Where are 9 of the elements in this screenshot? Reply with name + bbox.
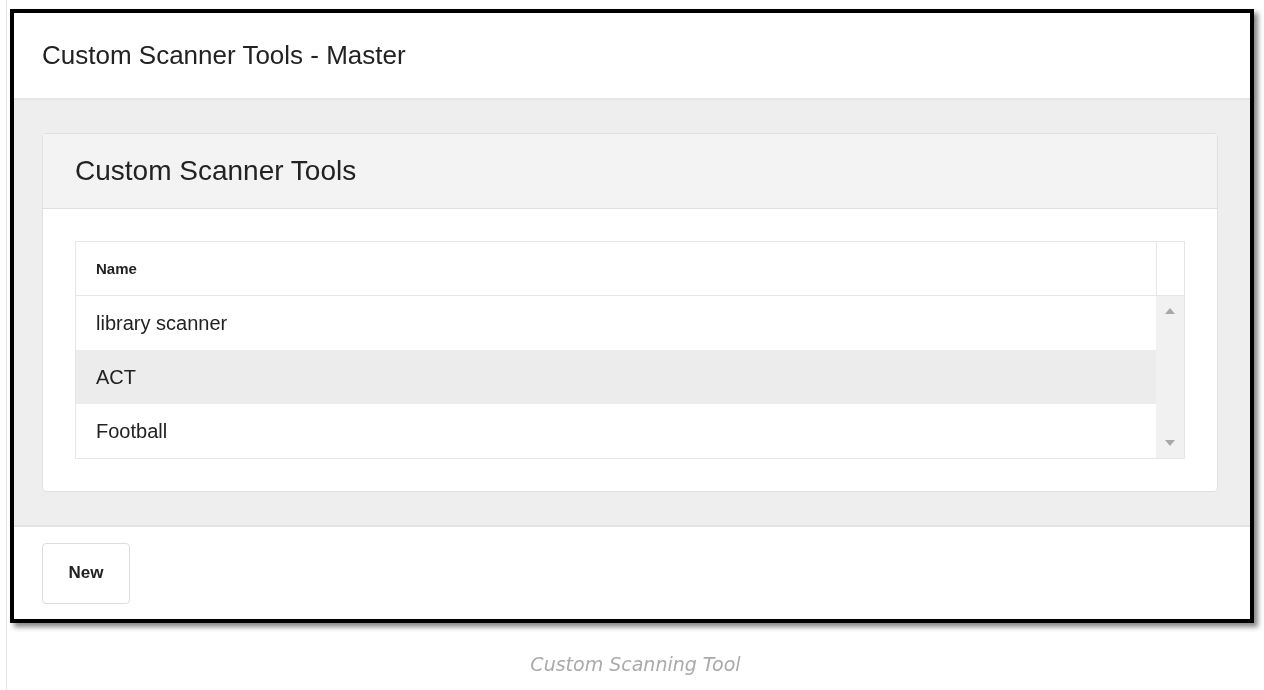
new-button[interactable]: New — [42, 542, 130, 604]
window-title: Custom Scanner Tools - Master — [42, 40, 406, 71]
scroll-down-icon[interactable] — [1165, 440, 1175, 446]
column-header[interactable]: Name — [76, 242, 1156, 295]
image-caption: Custom Scanning Tool — [529, 653, 742, 675]
table-row[interactable]: ACT — [76, 350, 1156, 404]
scrollbar[interactable] — [1156, 296, 1184, 458]
panel-title: Custom Scanner Tools — [75, 155, 357, 187]
scroll-up-icon[interactable] — [1165, 308, 1175, 314]
